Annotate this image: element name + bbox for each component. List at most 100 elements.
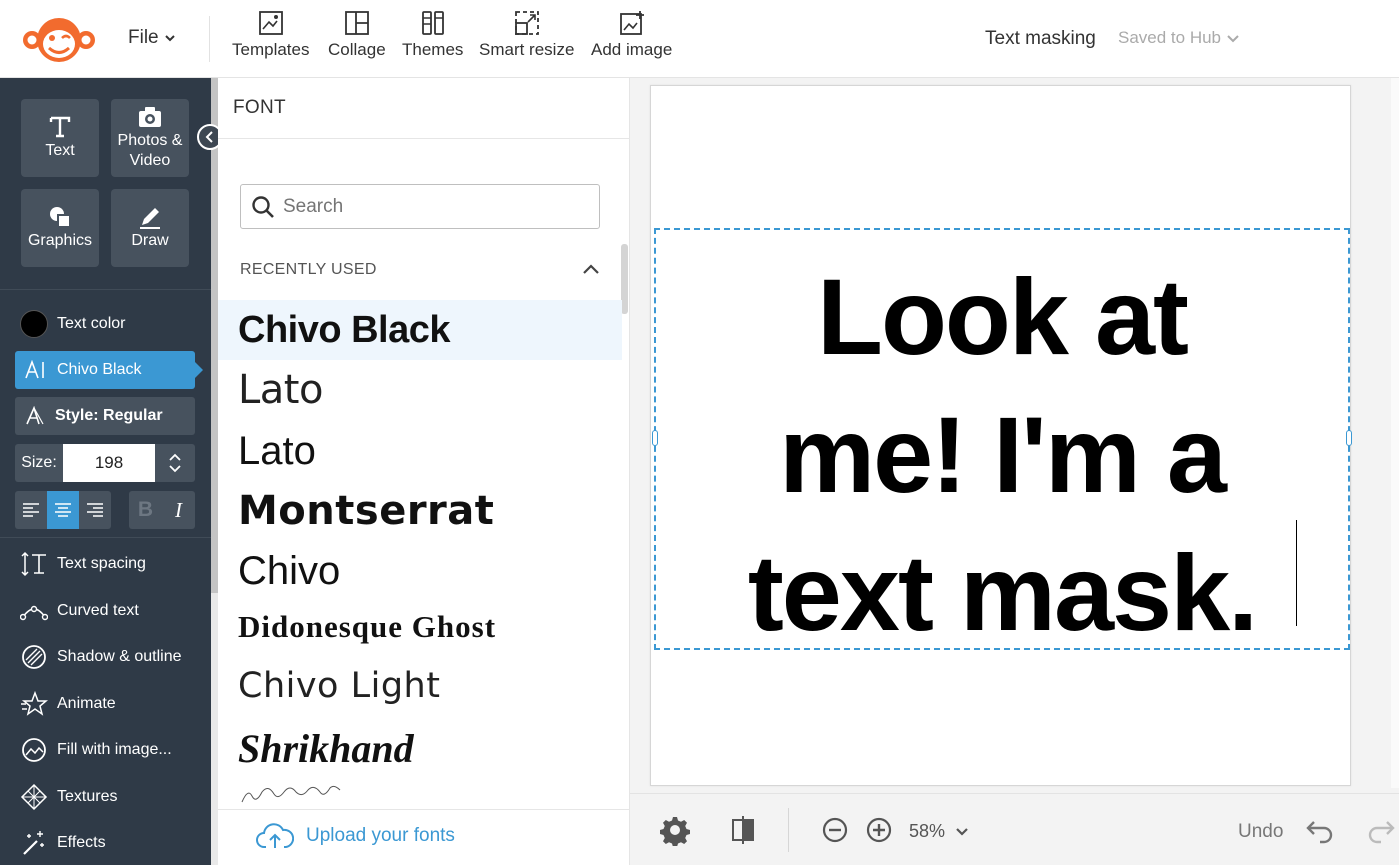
bold-italic-group: B I [129, 491, 195, 529]
align-center-button[interactable] [47, 491, 79, 529]
bold-button[interactable]: B [129, 491, 162, 529]
left-sidebar: Text Photos & Video Graphics Draw Text c… [0, 78, 211, 865]
font-option-lato[interactable]: Lato [218, 421, 622, 481]
zoom-out-icon[interactable] [819, 814, 851, 846]
undo-label[interactable]: Undo [1238, 821, 1283, 843]
file-menu-label: File [128, 27, 159, 48]
shadow-outline-button[interactable]: Shadow & outline [20, 643, 182, 671]
chevron-up-icon[interactable] [582, 262, 600, 276]
size-stepper[interactable] [155, 444, 195, 482]
text-spacing-button[interactable]: Text spacing [20, 550, 146, 578]
textures-icon [20, 783, 48, 811]
tool-label: Add image [591, 40, 673, 59]
upload-fonts-button[interactable]: Upload your fonts [256, 822, 455, 850]
font-option-chivo-black[interactable]: Chivo Black [218, 300, 622, 360]
textures-button[interactable]: Textures [20, 783, 117, 811]
divider [788, 808, 789, 852]
effects-wand-icon [23, 831, 44, 855]
camera-icon [139, 107, 161, 127]
compare-panel-icon[interactable] [727, 814, 759, 846]
menu-item-label: Text spacing [57, 555, 146, 572]
stepper-icon [169, 453, 181, 473]
effects-button[interactable]: Effects [20, 829, 106, 857]
settings-gear-icon[interactable] [659, 814, 691, 846]
tool-label: Smart resize [479, 40, 575, 59]
font-option-lato-light[interactable]: Lato [218, 362, 622, 418]
font-option-chivo-light[interactable]: Chivo Light [218, 658, 622, 714]
font-option-partial[interactable] [218, 784, 622, 804]
italic-button[interactable]: I [162, 491, 195, 529]
align-right-button[interactable] [79, 491, 111, 529]
menu-item-label: Fill with image... [57, 741, 172, 758]
font-selector-button[interactable]: Chivo Black [15, 351, 203, 389]
curved-text-button[interactable]: Curved text [20, 597, 139, 625]
draw-tile[interactable]: Draw [111, 189, 189, 267]
collage-button[interactable]: Collage [328, 10, 386, 60]
fill-with-image-button[interactable]: Fill with image... [20, 736, 172, 764]
cloud-upload-icon [256, 823, 294, 848]
align-left-icon [23, 503, 39, 517]
font-style-button[interactable]: Style: Regular [15, 397, 195, 435]
text-tool-tile[interactable]: Text [21, 99, 99, 177]
smart-resize-icon [514, 11, 539, 35]
curved-text-icon [20, 605, 48, 621]
font-option-chivo[interactable]: Chivo [218, 541, 622, 601]
photos-video-tile[interactable]: Photos & Video [111, 99, 189, 177]
align-left-button[interactable] [15, 491, 47, 529]
align-right-icon [87, 503, 103, 517]
add-image-button[interactable]: Add image [591, 10, 672, 60]
top-bar: File Templates Collage Themes Smart resi… [0, 0, 1399, 78]
project-title[interactable]: Text masking [985, 28, 1096, 50]
animate-button[interactable]: Animate [20, 690, 116, 718]
font-option-shrikhand[interactable]: Shrikhand [218, 720, 622, 778]
selected-text-box[interactable]: Look at me! I'm a text mask. [652, 228, 1352, 653]
font-list-scrollbar[interactable] [621, 244, 628, 314]
font-search-input[interactable] [283, 195, 583, 218]
divider [218, 809, 630, 810]
zoom-level-dropdown[interactable]: 58% [909, 821, 969, 842]
scrollbar-thumb[interactable] [211, 78, 218, 593]
themes-icon [421, 11, 444, 35]
add-image-icon [619, 11, 644, 35]
canvas-text[interactable]: Look at me! I'm a text mask. [656, 248, 1348, 662]
canvas-text-line: me! I'm a [779, 394, 1227, 515]
font-option-montserrat[interactable]: Montserrat [218, 481, 622, 541]
active-indicator [195, 362, 203, 378]
font-search[interactable] [240, 184, 600, 229]
animate-star-icon [21, 690, 48, 716]
resize-handle-right[interactable] [1346, 430, 1352, 446]
sidebar-scrollbar[interactable] [211, 78, 218, 865]
tile-label: Draw [131, 232, 169, 249]
tool-label: Themes [402, 40, 464, 59]
canvas-scrollbar[interactable] [1391, 78, 1399, 788]
font-option-didonesque-ghost[interactable]: Didonesque Ghost [218, 602, 622, 652]
smart-resize-button[interactable]: Smart resize [479, 10, 574, 60]
canvas-text-line: text mask. [747, 532, 1258, 653]
tile-label: Photos & Video [117, 132, 183, 169]
picmonkey-logo[interactable] [22, 14, 96, 64]
chevron-down-icon [164, 35, 175, 42]
shadow-outline-icon [22, 645, 46, 669]
font-style-icon [26, 406, 44, 425]
resize-handle-left[interactable] [652, 430, 658, 446]
menu-item-label: Effects [57, 834, 106, 851]
menu-item-label: Animate [57, 695, 116, 712]
size-input[interactable]: 198 [63, 444, 155, 482]
font-selector-label: Chivo Black [57, 361, 142, 378]
save-status-menu[interactable]: Saved to Hub [1118, 28, 1239, 48]
text-spacing-icon [21, 551, 46, 577]
undo-icon[interactable] [1304, 814, 1336, 846]
file-menu[interactable]: File [128, 27, 175, 49]
tile-label: Graphics [27, 232, 93, 249]
tile-label: Text [45, 142, 75, 159]
templates-button[interactable]: Templates [232, 10, 309, 60]
themes-button[interactable]: Themes [402, 10, 463, 60]
templates-icon [258, 11, 283, 35]
chevron-down-icon [1227, 35, 1239, 43]
redo-icon[interactable] [1365, 814, 1397, 846]
text-color-button[interactable]: Text color [20, 310, 125, 338]
graphics-tile[interactable]: Graphics [21, 189, 99, 267]
zoom-in-icon[interactable] [863, 814, 895, 846]
tool-label: Templates [232, 40, 310, 59]
text-align-group [15, 491, 111, 529]
